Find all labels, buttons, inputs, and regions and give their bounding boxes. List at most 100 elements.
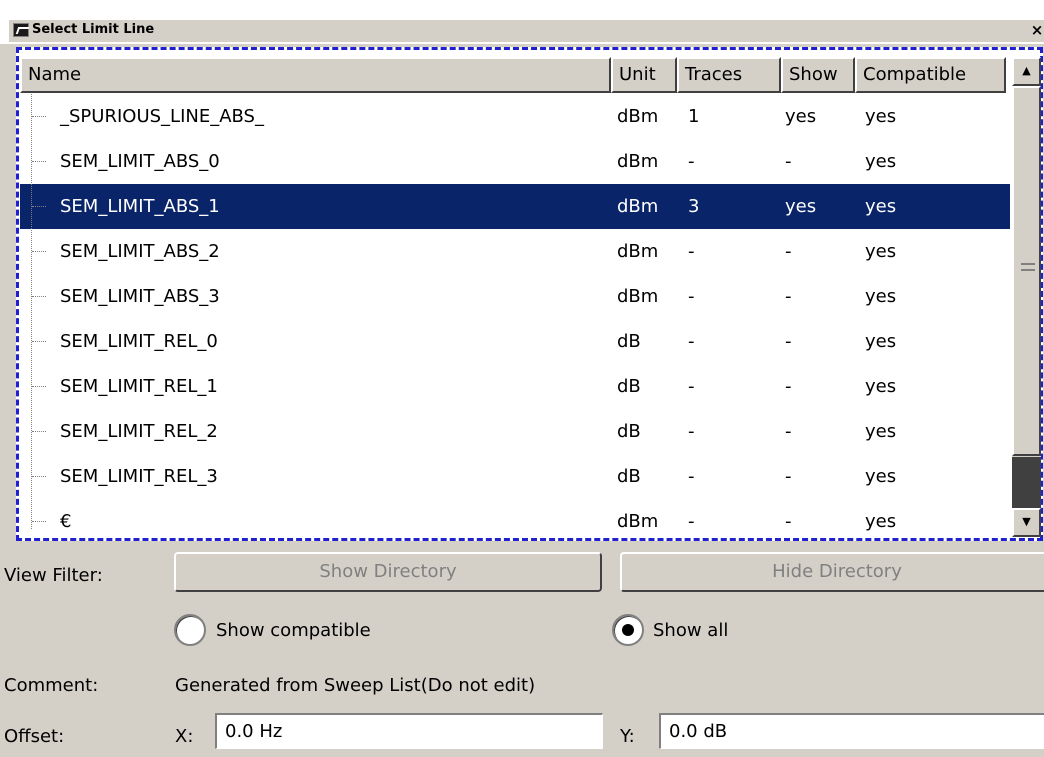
table-row[interactable]: SEM_LIMIT_REL_1 dB - - yes [20, 364, 1010, 409]
cell-name: SEM_LIMIT_REL_2 [60, 421, 218, 442]
table-row[interactable]: € dBm - - yes [20, 499, 1010, 537]
title-strip [9, 20, 1044, 42]
cell-show: - [785, 421, 792, 442]
table-header: Name Unit Traces Show Compatible [20, 57, 1006, 93]
cell-show: - [785, 151, 792, 172]
cell-name: SEM_LIMIT_ABS_2 [60, 241, 220, 262]
cell-compatible: yes [865, 196, 897, 217]
vertical-scrollbar[interactable]: ▲ ▼ [1012, 57, 1041, 537]
cell-compatible: yes [865, 511, 897, 532]
table-row[interactable]: _SPURIOUS_LINE_ABS_ dBm 1 yes yes [20, 94, 1010, 139]
scrollbar-track-lower[interactable] [1012, 457, 1041, 508]
cell-compatible: yes [865, 241, 897, 262]
cell-show: yes [785, 106, 817, 127]
table-body: _SPURIOUS_LINE_ABS_ dBm 1 yes yes SEM_LIMIT_A… [20, 94, 1010, 537]
radio-show-compatible-label[interactable]: Show compatible [216, 620, 371, 641]
tree-branch-icon [32, 386, 46, 387]
cell-name: SEM_LIMIT_ABS_0 [60, 151, 220, 172]
tree-connector-line [31, 94, 32, 529]
scroll-up-icon[interactable]: ▲ [1012, 57, 1041, 86]
radio-selected-dot-icon [622, 624, 634, 636]
show-directory-button[interactable]: Show Directory [174, 552, 602, 592]
tree-branch-icon [32, 476, 46, 477]
cell-compatible: yes [865, 376, 897, 397]
cell-name: € [60, 511, 72, 532]
cell-unit: dBm [617, 151, 659, 172]
tree-branch-icon [32, 296, 46, 297]
cell-traces: - [688, 466, 695, 487]
scrollbar-grip-icon [1021, 263, 1035, 271]
column-header-name[interactable]: Name [20, 57, 611, 93]
offset-y-label: Y: [620, 726, 635, 747]
tree-branch-icon [32, 116, 46, 117]
table-row[interactable]: SEM_LIMIT_ABS_0 dBm - - yes [20, 139, 1010, 184]
cell-traces: - [688, 151, 695, 172]
cell-unit: dB [617, 376, 641, 397]
column-header-compatible[interactable]: Compatible [855, 57, 1006, 93]
cell-compatible: yes [865, 286, 897, 307]
cell-name: SEM_LIMIT_REL_3 [60, 466, 218, 487]
close-icon[interactable]: × [1030, 21, 1044, 39]
scroll-down-icon[interactable]: ▼ [1012, 508, 1041, 537]
table-row[interactable]: SEM_LIMIT_REL_3 dB - - yes [20, 454, 1010, 499]
cell-traces: 1 [688, 106, 700, 127]
cell-compatible: yes [865, 331, 897, 352]
tree-branch-icon [32, 251, 46, 252]
cell-name: SEM_LIMIT_REL_0 [60, 331, 218, 352]
cell-compatible: yes [865, 421, 897, 442]
cell-unit: dBm [617, 286, 659, 307]
cell-traces: - [688, 286, 695, 307]
cell-name: SEM_LIMIT_REL_1 [60, 376, 218, 397]
offset-x-label: X: [175, 726, 194, 747]
comment-value: Generated from Sweep List(Do not edit) [175, 675, 536, 696]
cell-show: - [785, 376, 792, 397]
cell-unit: dBm [617, 196, 659, 217]
title-bar[interactable]: Select Limit Line × [0, 0, 1044, 44]
offset-label: Offset: [4, 726, 65, 747]
table-row[interactable]: SEM_LIMIT_REL_2 dB - - yes [20, 409, 1010, 454]
cell-unit: dBm [617, 241, 659, 262]
column-header-show[interactable]: Show [781, 57, 855, 93]
cell-traces: - [688, 241, 695, 262]
cell-unit: dB [617, 331, 641, 352]
cell-traces: - [688, 376, 695, 397]
tree-branch-icon [32, 341, 46, 342]
hide-directory-button[interactable]: Hide Directory [620, 552, 1044, 592]
cell-traces: - [688, 331, 695, 352]
column-header-unit[interactable]: Unit [611, 57, 677, 93]
scrollbar-thumb[interactable] [1012, 86, 1041, 456]
cell-show: - [785, 331, 792, 352]
comment-label: Comment: [4, 675, 99, 696]
cell-unit: dBm [617, 106, 659, 127]
table-row[interactable]: SEM_LIMIT_REL_0 dB - - yes [20, 319, 1010, 364]
table-row[interactable]: SEM_LIMIT_ABS_2 dBm - - yes [20, 229, 1010, 274]
tree-branch-icon [32, 161, 46, 162]
radio-show-all-label[interactable]: Show all [653, 620, 728, 641]
cell-show: - [785, 286, 792, 307]
cell-show: yes [785, 196, 817, 217]
cell-show: - [785, 241, 792, 262]
cell-name: _SPURIOUS_LINE_ABS_ [60, 106, 264, 127]
table-row[interactable]: SEM_LIMIT_ABS_1 dBm 3 yes yes [20, 184, 1010, 229]
radio-show-compatible[interactable] [174, 614, 206, 646]
cell-traces: - [688, 421, 695, 442]
app-icon [13, 23, 29, 37]
cell-name: SEM_LIMIT_ABS_1 [60, 196, 220, 217]
tree-branch-icon [32, 521, 46, 522]
select-limit-line-dialog: Select Limit Line × Name Unit Traces Sho… [0, 0, 1044, 757]
tree-branch-icon [32, 206, 46, 207]
cell-unit: dB [617, 421, 641, 442]
table-row[interactable]: SEM_LIMIT_ABS_3 dBm - - yes [20, 274, 1010, 319]
offset-x-field[interactable]: 0.0 Hz [215, 713, 603, 749]
cell-compatible: yes [865, 106, 897, 127]
view-filter-label: View Filter: [4, 565, 103, 586]
cell-unit: dBm [617, 511, 659, 532]
cell-compatible: yes [865, 466, 897, 487]
radio-show-all[interactable] [612, 614, 644, 646]
tree-branch-icon [32, 431, 46, 432]
column-header-traces[interactable]: Traces [677, 57, 781, 93]
cell-show: - [785, 511, 792, 532]
offset-y-field[interactable]: 0.0 dB [659, 713, 1044, 749]
cell-traces: 3 [688, 196, 700, 217]
dialog-title: Select Limit Line [32, 22, 155, 37]
